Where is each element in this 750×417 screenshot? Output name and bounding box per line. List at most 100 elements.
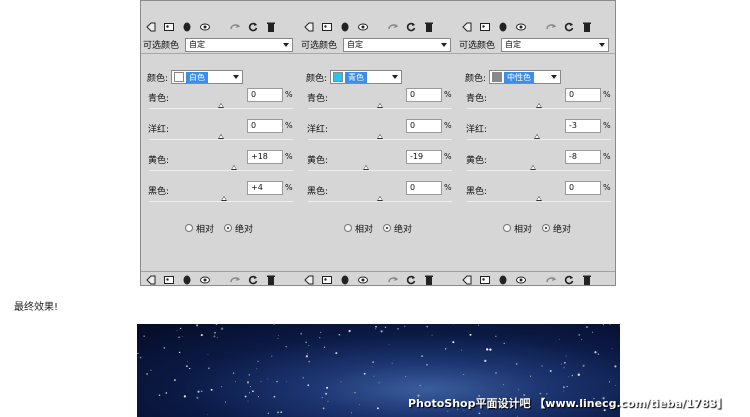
delete-icon[interactable] [563, 274, 575, 286]
slider-value-input[interactable]: +4 [247, 181, 283, 195]
slider-value-input[interactable]: 0 [247, 88, 283, 102]
clip-icon[interactable] [461, 21, 473, 33]
slider-row: 黑色: 0% [302, 178, 452, 209]
slider-thumb[interactable] [363, 165, 370, 170]
clip-icon[interactable] [303, 274, 315, 286]
slider-track[interactable] [467, 201, 611, 202]
eye-icon[interactable] [545, 274, 557, 286]
clip-icon[interactable] [461, 274, 473, 286]
slider-value-input[interactable]: 0 [406, 119, 442, 133]
delete-icon[interactable] [247, 274, 259, 286]
star [178, 351, 181, 354]
eye-icon[interactable] [387, 21, 399, 33]
star [247, 400, 249, 402]
slider-value-input[interactable]: 0 [247, 119, 283, 133]
slider-track[interactable] [467, 108, 611, 109]
clip-icon[interactable] [145, 21, 157, 33]
slider-track[interactable] [467, 139, 611, 140]
slider-track[interactable] [308, 170, 452, 171]
previous-state-icon[interactable] [181, 21, 193, 33]
eye-icon[interactable] [229, 21, 241, 33]
previous-state-icon[interactable] [497, 274, 509, 286]
reset-icon[interactable] [357, 274, 369, 286]
star [216, 337, 218, 339]
slider-thumb[interactable] [377, 134, 383, 139]
slider-value-input[interactable]: +18 [247, 150, 283, 164]
eye-icon[interactable] [229, 274, 241, 286]
slider-value-input[interactable]: -3 [565, 119, 601, 133]
clip-icon[interactable] [303, 21, 315, 33]
slider-track[interactable] [149, 170, 293, 171]
radio-relative[interactable]: 相对 [344, 222, 373, 235]
visibility-icon[interactable] [321, 21, 333, 33]
reset-icon[interactable] [199, 21, 211, 33]
radio-absolute[interactable]: 绝对 [224, 222, 253, 235]
chevron-down-icon [599, 42, 606, 47]
trash-icon[interactable] [423, 274, 435, 286]
preset-dropdown[interactable]: 自定 [343, 37, 452, 52]
slider-value-input[interactable]: -8 [565, 150, 601, 164]
visibility-icon[interactable] [479, 274, 491, 286]
slider-value-input[interactable]: 0 [406, 88, 442, 102]
color-dropdown[interactable]: 青色 [330, 70, 403, 84]
reset-icon[interactable] [515, 21, 527, 33]
slider-track[interactable] [308, 201, 452, 202]
radio-relative[interactable]: 相对 [185, 222, 214, 235]
slider-track[interactable] [149, 201, 293, 202]
delete-icon[interactable] [563, 21, 575, 33]
slider-thumb[interactable] [220, 196, 227, 201]
clip-icon[interactable] [145, 274, 157, 286]
trash-icon[interactable] [581, 274, 593, 286]
radio-absolute[interactable]: 绝对 [383, 222, 412, 235]
slider-track[interactable] [308, 108, 452, 109]
trash-icon[interactable] [265, 21, 277, 33]
slider-track[interactable] [149, 139, 293, 140]
star [397, 328, 399, 330]
visibility-icon[interactable] [163, 21, 175, 33]
visibility-icon[interactable] [321, 274, 333, 286]
color-dropdown[interactable]: 中性色 [489, 70, 562, 84]
delete-icon[interactable] [247, 21, 259, 33]
slider-track[interactable] [149, 108, 293, 109]
previous-state-icon[interactable] [339, 274, 351, 286]
reset-icon[interactable] [515, 274, 527, 286]
slider-thumb[interactable] [218, 103, 224, 108]
color-dropdown[interactable]: 白色 [171, 70, 244, 84]
delete-icon[interactable] [405, 21, 417, 33]
preset-dropdown[interactable]: 自定 [501, 37, 610, 52]
previous-state-icon[interactable] [339, 21, 351, 33]
slider-track[interactable] [308, 139, 452, 140]
chevron-down-icon [233, 75, 240, 79]
slider-value-input[interactable]: 0 [565, 181, 601, 195]
star [220, 327, 224, 330]
visibility-icon[interactable] [163, 274, 175, 286]
reset-icon[interactable] [199, 274, 211, 286]
slider-value-input[interactable]: 0 [565, 88, 601, 102]
star [564, 361, 566, 364]
slider-value-input[interactable]: -19 [406, 150, 442, 164]
slider-thumb[interactable] [230, 165, 237, 170]
slider-track[interactable] [467, 170, 611, 171]
trash-icon[interactable] [423, 21, 435, 33]
previous-state-icon[interactable] [497, 21, 509, 33]
eye-icon[interactable] [387, 274, 399, 286]
preset-dropdown[interactable]: 自定 [185, 37, 294, 52]
trash-icon[interactable] [265, 274, 277, 286]
visibility-icon[interactable] [479, 21, 491, 33]
slider-thumb[interactable] [533, 134, 540, 139]
slider-thumb[interactable] [530, 165, 537, 170]
slider-thumb[interactable] [536, 103, 542, 108]
radio-relative[interactable]: 相对 [503, 222, 532, 235]
radio-absolute[interactable]: 绝对 [542, 222, 571, 235]
trash-icon[interactable] [581, 21, 593, 33]
slider-value-input[interactable]: 0 [406, 181, 442, 195]
slider-thumb[interactable] [536, 196, 542, 201]
delete-icon[interactable] [405, 274, 417, 286]
color-name: 中性色 [504, 71, 535, 83]
slider-thumb[interactable] [377, 196, 383, 201]
slider-thumb[interactable] [377, 103, 383, 108]
slider-thumb[interactable] [218, 134, 224, 139]
previous-state-icon[interactable] [181, 274, 193, 286]
eye-icon[interactable] [545, 21, 557, 33]
reset-icon[interactable] [357, 21, 369, 33]
